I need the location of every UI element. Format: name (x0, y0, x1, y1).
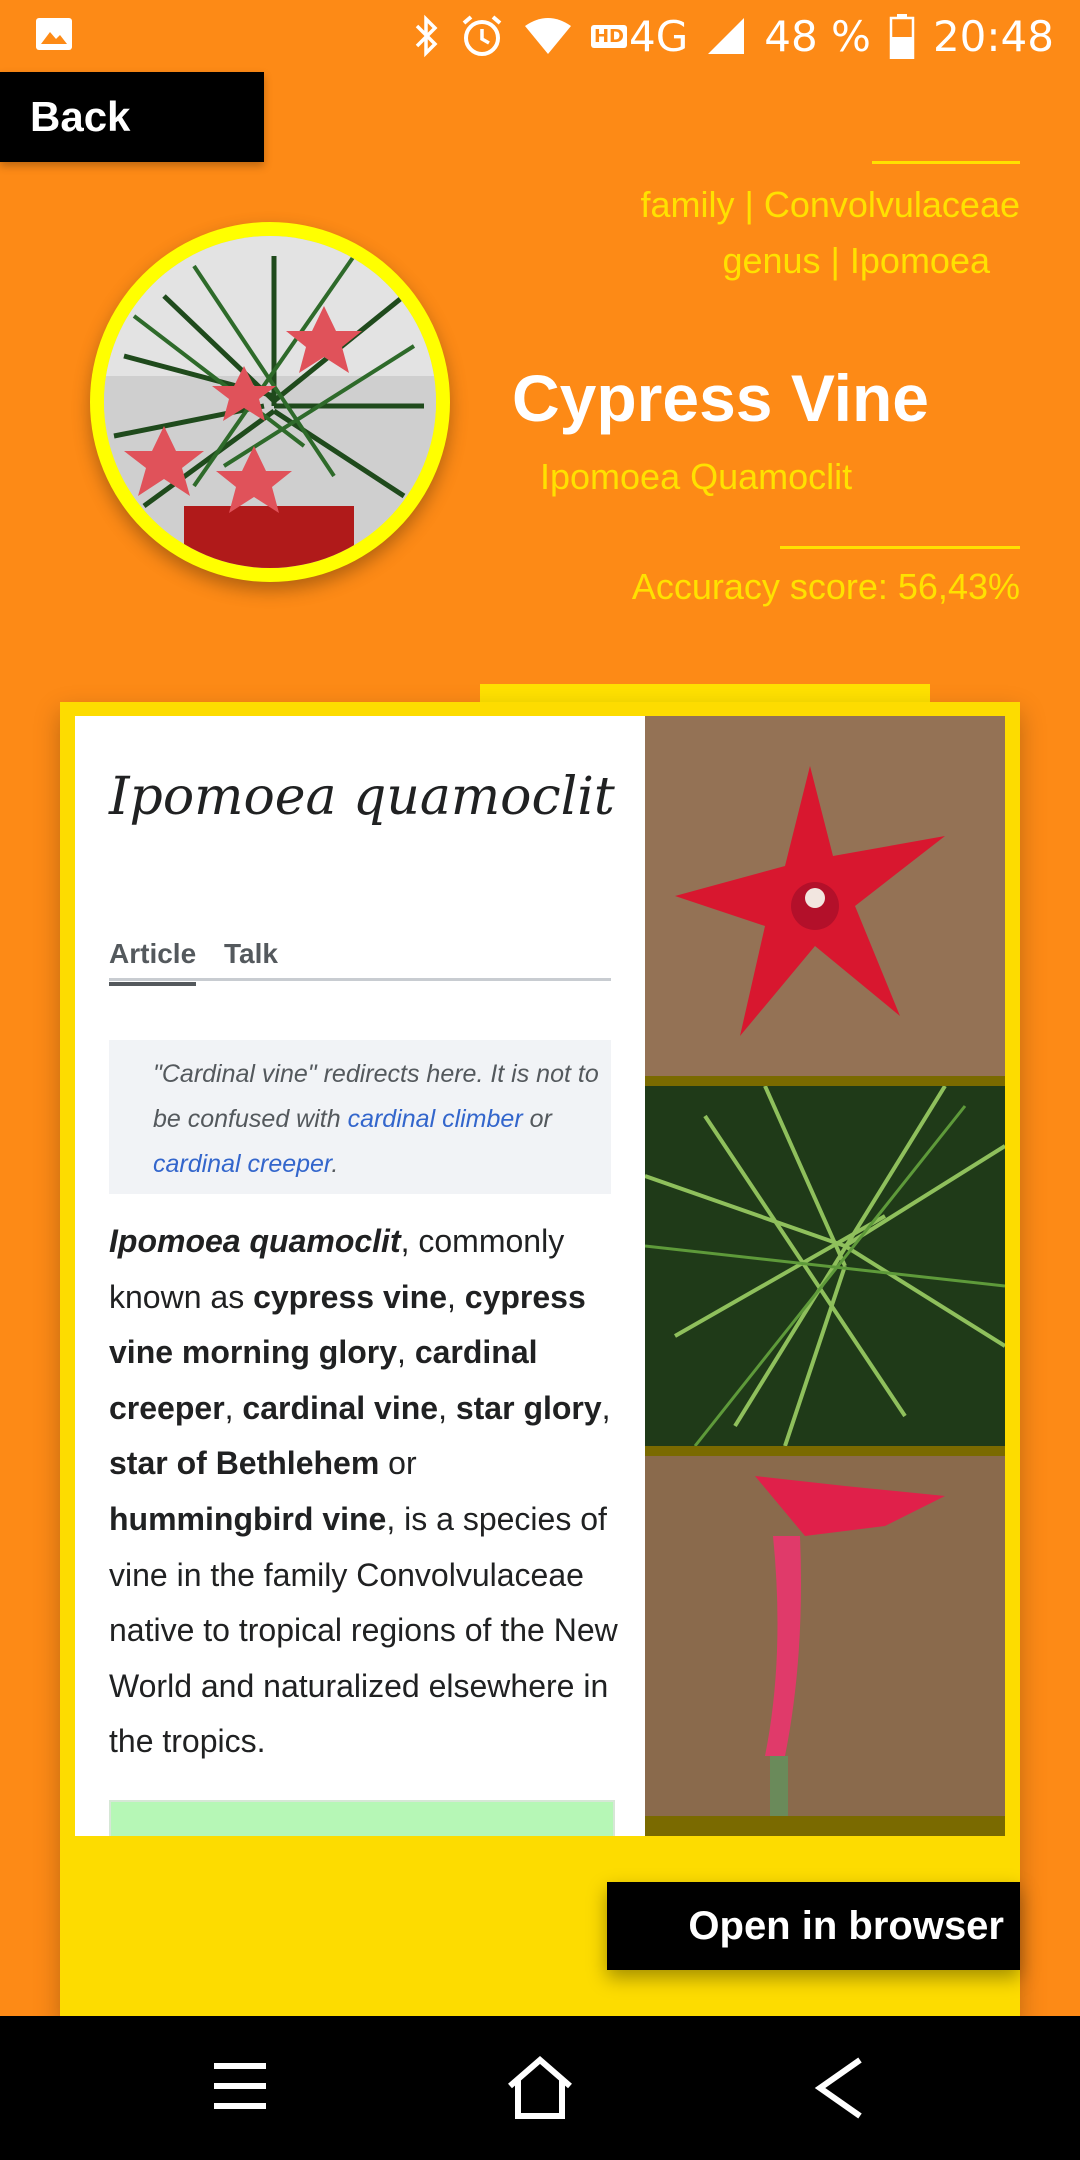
wifi-icon (524, 18, 571, 54)
home-icon[interactable] (506, 2056, 574, 2120)
battery-icon (889, 14, 915, 59)
alarm-icon (462, 15, 502, 56)
bold-term: cardinal vine (242, 1389, 439, 1426)
hd-badge: HD (590, 24, 627, 48)
paragraph-text: , (224, 1389, 243, 1426)
plant-photo-avatar (90, 222, 450, 582)
gallery-icon (36, 18, 72, 50)
family-label: family | Convolvulaceae (640, 184, 1020, 225)
network-type: 4G (628, 11, 689, 61)
divider (780, 546, 1020, 549)
back-button[interactable]: Back (0, 72, 264, 162)
genus-label: genus | Ipomoea (722, 240, 990, 281)
wiki-intro-paragraph: Ipomoea quamoclit, commonly known as cyp… (109, 1214, 629, 1770)
bold-term: Ipomoea quamoclit (109, 1223, 401, 1259)
flower-photo (645, 716, 1005, 1076)
hatnote-or: or (522, 1105, 552, 1133)
paragraph-text: , (446, 1278, 465, 1315)
hatnote: "Cardinal vine" redirects here. It is no… (109, 1040, 611, 1194)
bold-term: cypress vine (253, 1278, 447, 1315)
clock: 20:48 (932, 11, 1054, 61)
foliage-photo (645, 1086, 1005, 1446)
open-in-browser-button[interactable]: Open in browser (607, 1882, 1020, 1970)
wiki-tabs: Article Talk (109, 938, 611, 986)
tab-talk[interactable]: Talk (224, 938, 278, 970)
paragraph-text: , (601, 1389, 611, 1426)
accuracy-score: Accuracy score: 56,43% (631, 566, 1020, 607)
battery-percent: 48 % (764, 11, 871, 61)
cardinal-climber-link[interactable]: cardinal climber (348, 1105, 523, 1133)
paragraph-text: , (438, 1389, 456, 1426)
paragraph-text: or (379, 1445, 417, 1482)
scientific-name: Ipomoea Quamoclit (540, 456, 853, 497)
photo-gallery[interactable] (645, 716, 1005, 1836)
wiki-title: Ipomoea quamoclit (109, 767, 615, 827)
menu-icon[interactable] (210, 2056, 270, 2116)
bold-term: hummingbird vine (109, 1500, 387, 1537)
bold-term: star glory (455, 1389, 602, 1426)
tubular-flower-photo (645, 1456, 1005, 1816)
wiki-webview[interactable]: Ipomoea quamoclit Article Talk "Cardinal… (75, 716, 645, 1836)
back-arrow-icon[interactable] (812, 2056, 868, 2120)
navigation-bar (0, 2016, 1080, 2160)
hatnote-end: . (331, 1150, 339, 1178)
bluetooth-icon (415, 14, 438, 58)
signal-icon (708, 18, 745, 54)
paragraph-text: , is a species of vine in the family Con… (109, 1500, 618, 1760)
status-bar: HD 4G 48 % 20:48 (0, 0, 1080, 72)
common-name: Cypress Vine (512, 361, 930, 435)
cardinal-creeper-link[interactable]: cardinal creeper (153, 1150, 331, 1178)
bold-term: star of Bethlehem (109, 1445, 380, 1482)
divider (872, 161, 1020, 164)
paragraph-text: , (397, 1334, 415, 1371)
infobox-header (109, 1800, 615, 1836)
tab-article[interactable]: Article (109, 938, 197, 986)
